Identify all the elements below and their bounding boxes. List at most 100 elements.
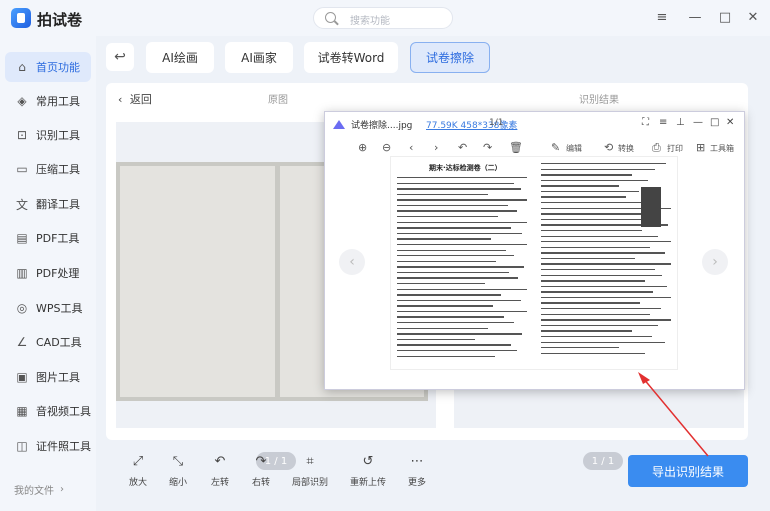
zoom-in-icon: ⤢ <box>132 454 144 469</box>
my-files-link[interactable]: 我的文件 › <box>14 482 64 497</box>
viewer-minimize-button[interactable]: — <box>693 117 703 128</box>
tab-ai-painting[interactable]: AI绘画 <box>146 42 214 73</box>
sidebar-item-translate-tools[interactable]: 文 翻译工具 <box>5 189 91 219</box>
sidebar-item-media-tools[interactable]: ▦ 音视频工具 <box>5 396 91 426</box>
viewer-maximize-button[interactable]: □ <box>710 117 719 128</box>
wps-icon: ◎ <box>16 301 28 315</box>
rotate-left-icon: ↶ <box>214 454 226 469</box>
tab-exam-to-word[interactable]: 试卷转Word <box>304 42 398 73</box>
search-input[interactable]: 搜索功能 <box>313 7 453 29</box>
result-pager: 1 / 1 <box>583 452 623 470</box>
sidebar-item-label: 压缩工具 <box>36 163 80 176</box>
viewer-toolbox-button[interactable]: 工具箱 <box>710 143 734 154</box>
viewer-filename: 试卷擦除....jpg <box>351 121 413 131</box>
viewer-close-button[interactable]: ✕ <box>726 117 734 128</box>
viewer-rotate-left-icon[interactable]: ↶ <box>458 141 467 154</box>
doc-left-column <box>397 177 527 361</box>
my-files-label: 我的文件 <box>14 486 54 497</box>
rotate-right-icon: ↷ <box>255 454 267 469</box>
viewer-zoom-out-icon[interactable]: ⊖ <box>382 141 391 154</box>
sidebar-item-label: CAD工具 <box>36 336 82 349</box>
maximize-button[interactable]: □ <box>716 8 734 26</box>
search-icon <box>325 12 336 23</box>
viewer-edit-button[interactable]: 编辑 <box>566 143 582 154</box>
image-viewer-window: 试卷擦除....jpg 77.59K 458*338像素 1/1 ⛶ ≡ ⊥ —… <box>324 111 745 390</box>
crop-icon: ⌗ <box>306 454 314 469</box>
layers-icon: ◈ <box>17 94 27 108</box>
reupload-label: 重新上传 <box>349 478 386 488</box>
sidebar-item-wps-tools[interactable]: ◎ WPS工具 <box>5 293 91 323</box>
viewer-toolbox-icon: ⊞ <box>696 141 706 154</box>
search-placeholder: 搜索功能 <box>350 16 390 27</box>
export-result-button[interactable]: 导出识别结果 <box>628 455 748 487</box>
sidebar-item-label: 常用工具 <box>36 95 80 108</box>
viewer-next-icon[interactable]: › <box>434 141 438 154</box>
sidebar-item-label: 识别工具 <box>36 129 80 142</box>
media-icon: ▦ <box>16 404 28 418</box>
viewer-image-size[interactable]: 77.59K 458*338像素 <box>426 118 517 131</box>
viewer-print-button[interactable]: 打印 <box>667 143 683 154</box>
reupload-button[interactable]: ↺ 重新上传 <box>343 454 393 488</box>
zoom-out-label: 缩小 <box>168 478 187 488</box>
more-icon: ⋯ <box>410 454 424 469</box>
hamburger-icon[interactable]: ≡ <box>659 117 667 128</box>
more-label: 更多 <box>407 478 426 488</box>
app-logo-icon <box>11 8 31 28</box>
sidebar-item-label: 翻译工具 <box>36 198 80 211</box>
result-header: 识别结果 <box>579 95 619 106</box>
minimize-button[interactable]: — <box>686 8 704 26</box>
id-photo-icon: ◫ <box>16 439 28 453</box>
viewer-convert-button[interactable]: 转换 <box>618 143 634 154</box>
scan-page-left <box>120 166 275 397</box>
sidebar-item-compress-tools[interactable]: ▭ 压缩工具 <box>5 154 91 184</box>
viewer-next-arrow[interactable]: › <box>702 249 728 275</box>
sidebar-item-common-tools[interactable]: ◈ 常用工具 <box>5 86 91 116</box>
zoom-in-button[interactable]: ⤢ 放大 <box>118 454 158 488</box>
viewer-page-count: 1/1 <box>489 118 504 128</box>
translate-icon: 文 <box>15 197 28 212</box>
viewer-zoom-in-icon[interactable]: ⊕ <box>358 141 367 154</box>
sidebar-item-label: 首页功能 <box>36 61 80 74</box>
viewer-rotate-right-icon[interactable]: ↷ <box>483 141 492 154</box>
back-label: 返回 <box>129 93 152 106</box>
back-link[interactable]: ‹ 返回 <box>118 91 152 107</box>
title-bar: 拍试卷 搜索功能 ≡ — □ ✕ <box>0 0 770 36</box>
cad-icon: ∠ <box>16 335 28 349</box>
sidebar-item-recognition-tools[interactable]: ⊡ 识别工具 <box>5 120 91 150</box>
pdf-process-icon: ▥ <box>16 266 28 280</box>
viewer-prev-icon[interactable]: ‹ <box>409 141 413 154</box>
image-icon: ▣ <box>16 370 28 384</box>
sidebar-item-label: 图片工具 <box>36 371 80 384</box>
back-arrow-button[interactable]: ↩ <box>106 43 134 71</box>
rotate-left-button[interactable]: ↶ 左转 <box>200 454 240 488</box>
home-icon: ⌂ <box>18 60 26 74</box>
zoom-out-button[interactable]: ⤡ 缩小 <box>158 454 198 488</box>
chevron-right-icon: › <box>60 484 64 495</box>
sidebar-item-cad-tools[interactable]: ∠ CAD工具 <box>5 327 91 357</box>
app-title: 拍试卷 <box>37 11 83 29</box>
viewer-edit-icon: ✎ <box>551 141 561 154</box>
sidebar-item-id-photo-tools[interactable]: ◫ 证件照工具 <box>5 431 91 461</box>
scan-icon: ⊡ <box>16 128 28 142</box>
pdf-icon: ▤ <box>16 231 28 245</box>
viewer-delete-icon[interactable]: 🗑 <box>509 141 523 154</box>
fullscreen-icon[interactable]: ⛶ <box>642 117 649 128</box>
sidebar-item-pdf-process[interactable]: ▥ PDF处理 <box>5 258 91 288</box>
viewer-title-bar: 试卷擦除....jpg 77.59K 458*338像素 1/1 ⛶ ≡ ⊥ —… <box>325 112 744 136</box>
partial-recognize-button[interactable]: ⌗ 局部识别 <box>288 454 332 488</box>
tab-ai-painter[interactable]: AI画家 <box>225 42 293 73</box>
sidebar-item-home[interactable]: ⌂ 首页功能 <box>5 52 91 82</box>
menu-icon[interactable]: ≡ <box>653 8 671 26</box>
more-button[interactable]: ⋯ 更多 <box>397 454 437 488</box>
sidebar-item-image-tools[interactable]: ▣ 图片工具 <box>5 362 91 392</box>
tab-exam-erase[interactable]: 试卷擦除 <box>410 42 490 73</box>
doc-image-block <box>641 187 661 227</box>
rotate-left-label: 左转 <box>210 478 229 488</box>
rotate-right-button[interactable]: ↷ 右转 <box>241 454 281 488</box>
chevron-left-icon: ‹ <box>118 93 123 106</box>
pin-icon[interactable]: ⊥ <box>676 117 685 128</box>
close-button[interactable]: ✕ <box>744 8 762 26</box>
sidebar-item-pdf-tools[interactable]: ▤ PDF工具 <box>5 223 91 253</box>
viewer-prev-arrow[interactable]: ‹ <box>339 249 365 275</box>
sidebar-item-label: PDF工具 <box>36 232 80 245</box>
